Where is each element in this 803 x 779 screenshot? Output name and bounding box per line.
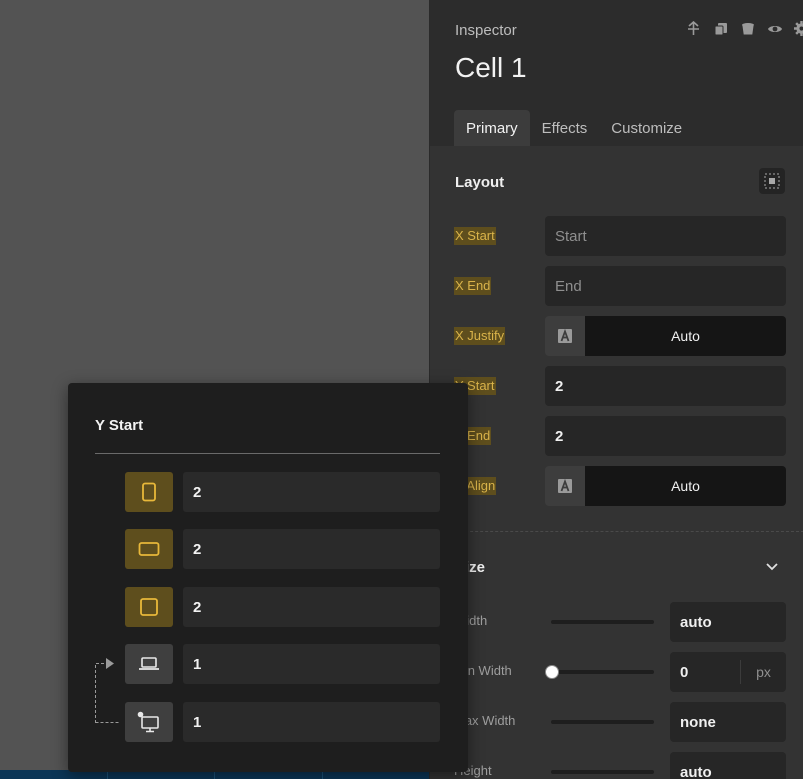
center-layout-icon: [764, 173, 780, 189]
breakpoint-popover: Y Start 2 2 2 1 1: [68, 383, 468, 772]
inspector-label: Inspector: [455, 22, 517, 39]
breakpoint-value[interactable]: 1: [183, 644, 440, 684]
connector-icon: [95, 658, 120, 723]
eye-icon[interactable]: [766, 20, 783, 37]
pin-icon[interactable]: [685, 20, 702, 37]
gear-icon[interactable]: [793, 20, 803, 37]
tab-customize[interactable]: Customize: [599, 110, 694, 146]
max-width-slider[interactable]: [551, 720, 654, 724]
breakpoint-value[interactable]: 2: [183, 529, 440, 569]
slider-knob[interactable]: [545, 665, 559, 679]
x-justify-label: X Justify: [454, 327, 506, 345]
tab-effects[interactable]: Effects: [530, 110, 600, 146]
popover-divider: [95, 453, 440, 454]
header-actions: [685, 20, 803, 37]
min-width-value: 0: [680, 663, 689, 681]
inspector-header: Inspector Cell 1 Primary Effects Customi…: [430, 0, 803, 146]
x-end-input[interactable]: End: [545, 266, 786, 306]
breakpoint-value[interactable]: 2: [183, 587, 440, 627]
layout-toggle-button[interactable]: [759, 168, 785, 194]
breakpoint-tablet-landscape[interactable]: [125, 529, 173, 569]
y-start-input[interactable]: 2: [545, 366, 786, 406]
min-width-slider[interactable]: [545, 665, 654, 679]
x-end-label: X End: [454, 277, 492, 295]
x-justify-value: Auto: [585, 316, 786, 356]
height-slider[interactable]: [551, 770, 654, 774]
height-input[interactable]: auto: [670, 752, 786, 779]
unit-label[interactable]: px: [740, 660, 786, 684]
breakpoint-value[interactable]: 1: [183, 702, 440, 742]
layout-section-title: Layout: [455, 174, 505, 191]
breakpoint-square[interactable]: [125, 587, 173, 627]
width-input[interactable]: auto: [670, 602, 786, 642]
inspector-tabs: Primary Effects Customize: [454, 110, 694, 146]
auto-mode-icon[interactable]: [545, 316, 585, 356]
x-start-input[interactable]: Start: [545, 216, 786, 256]
tablet-landscape-icon: [138, 542, 160, 556]
tab-primary[interactable]: Primary: [454, 110, 530, 146]
section-divider: [430, 531, 803, 532]
copy-icon[interactable]: [712, 20, 729, 37]
chevron-down-icon[interactable]: [765, 559, 779, 573]
width-slider[interactable]: [551, 620, 654, 624]
breakpoint-desktop[interactable]: [125, 702, 173, 742]
laptop-icon: [139, 657, 159, 670]
max-width-input[interactable]: none: [670, 702, 786, 742]
x-start-label: X Start: [454, 227, 496, 245]
element-title: Cell 1: [455, 52, 527, 83]
tablet-portrait-icon: [142, 482, 156, 502]
y-end-input[interactable]: 2: [545, 416, 786, 456]
inspector-panel: Inspector Cell 1 Primary Effects Customi…: [429, 0, 803, 779]
trash-icon[interactable]: [739, 20, 756, 37]
auto-mode-icon[interactable]: [545, 466, 585, 506]
square-icon: [140, 598, 158, 616]
popover-title: Y Start: [95, 417, 144, 434]
y-align-value: Auto: [585, 466, 786, 506]
breakpoint-laptop[interactable]: [125, 644, 173, 684]
min-width-input[interactable]: 0 px: [670, 652, 786, 692]
desktop-icon: [137, 711, 159, 733]
x-justify-select[interactable]: Auto: [545, 316, 786, 356]
y-align-select[interactable]: Auto: [545, 466, 786, 506]
breakpoint-value[interactable]: 2: [183, 472, 440, 512]
breakpoint-tablet-portrait[interactable]: [125, 472, 173, 512]
